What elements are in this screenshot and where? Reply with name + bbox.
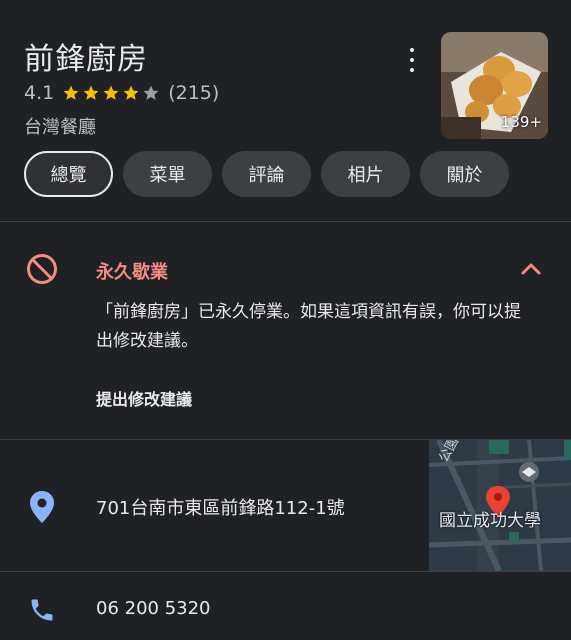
suggest-edit-link[interactable]: 提出修改建議 <box>96 386 192 410</box>
tab-photos[interactable]: 相片 <box>321 151 410 197</box>
tab-reviews[interactable]: 評論 <box>222 151 311 197</box>
star-icon <box>123 85 139 100</box>
map-place-label: 國立成功大學 <box>439 511 541 531</box>
divider <box>0 221 571 222</box>
photo-count: 139+ <box>500 113 542 131</box>
star-icon <box>103 85 119 100</box>
map-thumbnail[interactable]: 公園路 國立成功大學 <box>429 440 571 571</box>
tab-overview[interactable]: 總覽 <box>24 151 113 197</box>
phone-icon <box>31 599 53 621</box>
block-icon <box>27 254 57 284</box>
closed-description: 「前鋒廚房」已永久停業。如果這項資訊有誤，你可以提出修改建議。 <box>96 302 521 351</box>
star-rating <box>62 84 162 102</box>
tab-bar: 總覽 菜單 評論 相片 關於 <box>24 151 519 197</box>
star-icon <box>83 85 99 100</box>
place-photo-thumbnail[interactable]: 139+ <box>441 32 548 139</box>
rating-row[interactable]: 4.1 (215) <box>24 82 219 104</box>
tab-about[interactable]: 關於 <box>420 151 509 197</box>
place-header: 前鋒廚房 4.1 (215) 台灣餐廳 139+ 總覽 菜單 評論 相片 關於 <box>0 0 571 222</box>
star-empty-icon <box>143 85 159 100</box>
phone-number[interactable]: 06 200 5320 <box>96 598 211 619</box>
address-text[interactable]: 701台南市東區前鋒路112-1號 <box>96 494 345 520</box>
rating-value: 4.1 <box>24 82 55 104</box>
chevron-up-icon[interactable] <box>518 256 544 282</box>
place-category: 台灣餐廳 <box>24 117 96 138</box>
permanently-closed-title: 永久歇業 <box>96 262 168 283</box>
review-count: (215) <box>168 82 220 104</box>
star-icon <box>63 85 79 100</box>
place-title: 前鋒廚房 <box>24 42 148 77</box>
location-pin-icon <box>30 491 54 523</box>
tab-menu[interactable]: 菜單 <box>123 151 212 197</box>
divider <box>0 571 571 572</box>
more-vert-icon[interactable] <box>400 46 424 74</box>
